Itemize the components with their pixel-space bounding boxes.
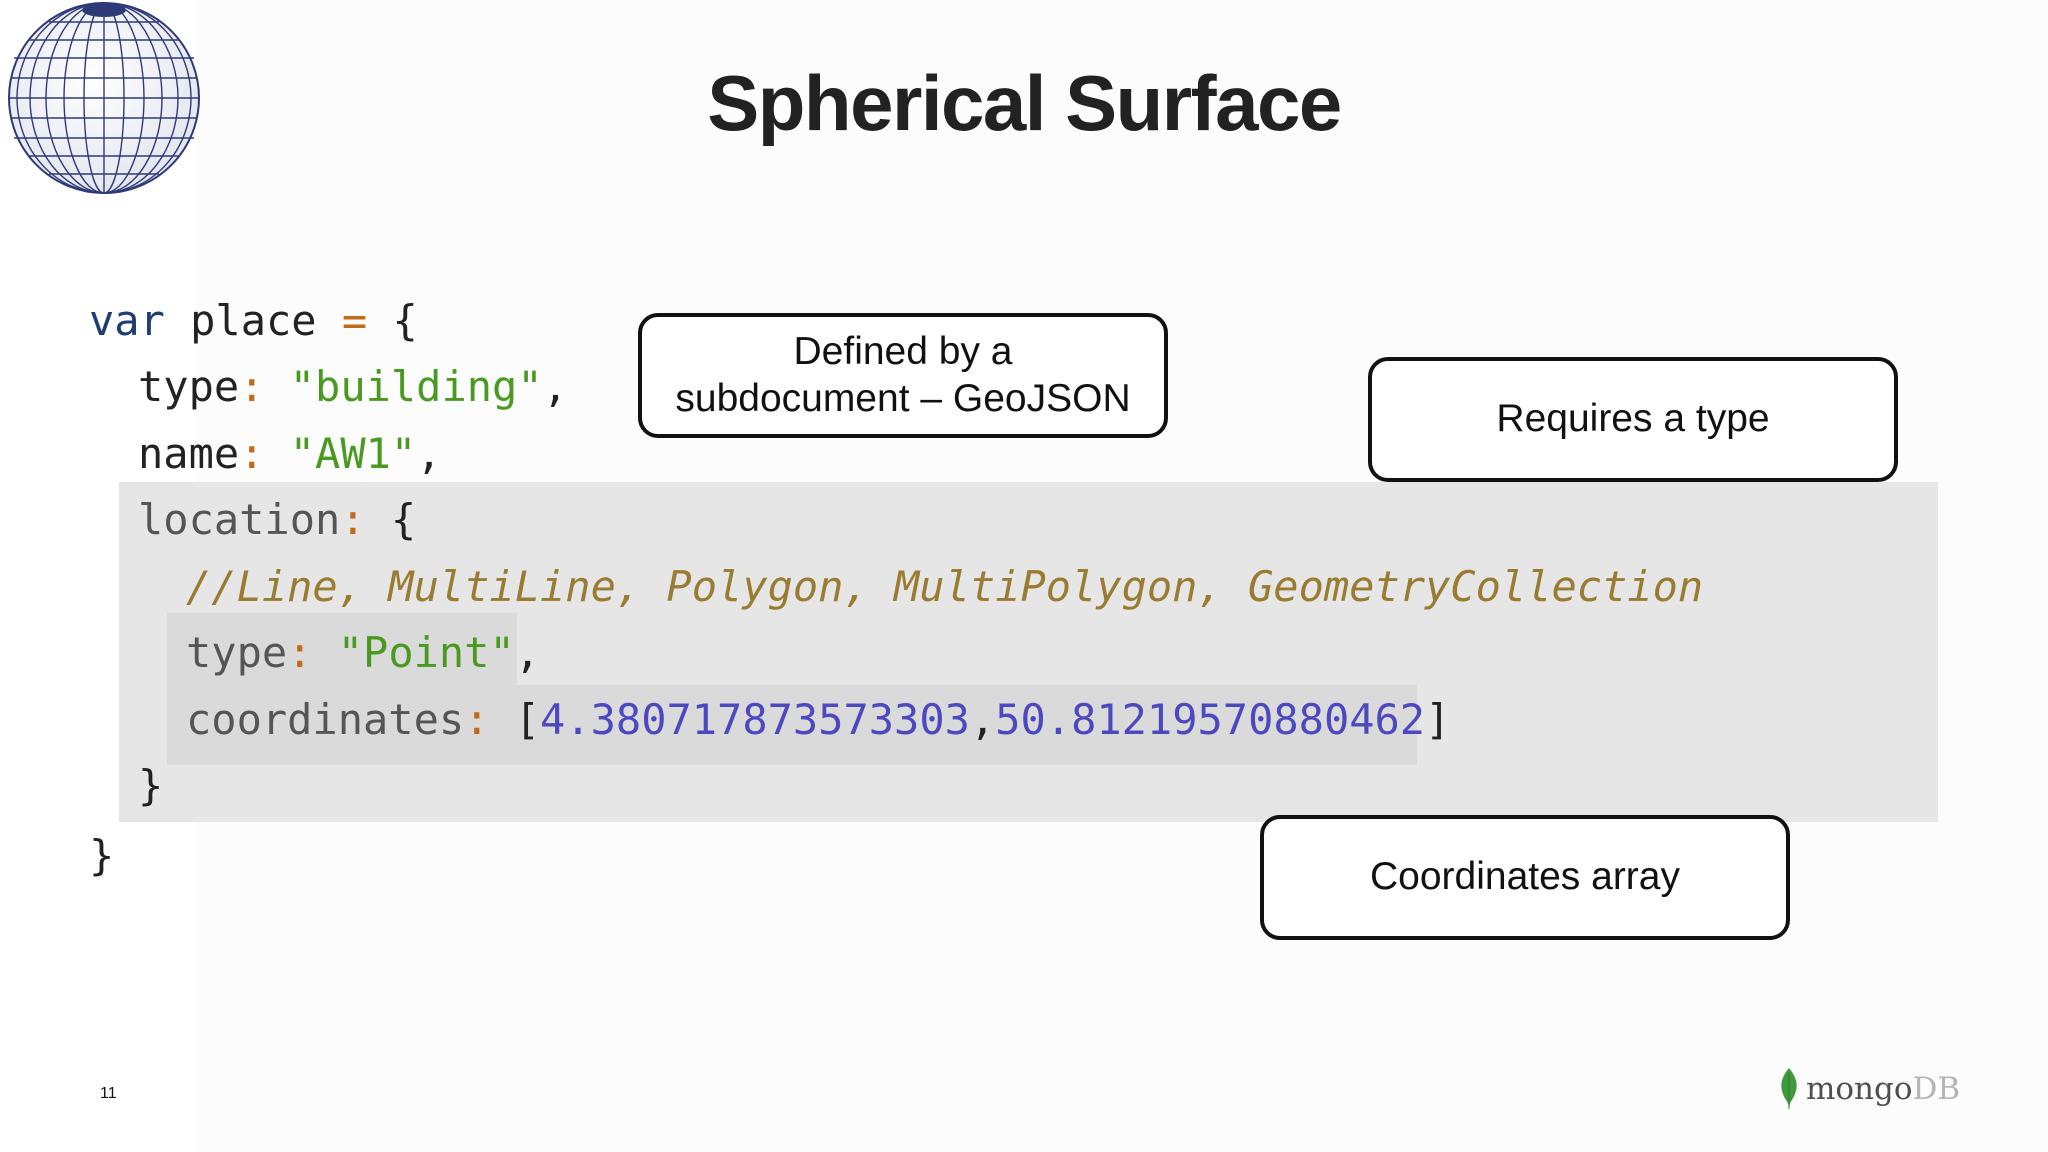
callout-requires-type: Requires a type xyxy=(1368,357,1898,482)
callout-subdocument-line1: Defined by a xyxy=(793,329,1013,373)
code-line-6: type: "Point", xyxy=(186,632,540,674)
code-line-3: name: "AW1", xyxy=(138,433,441,475)
colon: : xyxy=(287,628,313,677)
page-number: 11 xyxy=(100,1085,117,1102)
close-brace: } xyxy=(89,831,115,880)
code-line-4: location: { xyxy=(138,499,416,541)
identifier-place: place xyxy=(164,296,342,345)
leaf-icon xyxy=(1781,1068,1797,1110)
open-bracket: [ xyxy=(514,695,541,744)
key-location: location xyxy=(138,495,341,544)
colon: : xyxy=(340,495,366,544)
close-brace: } xyxy=(138,761,164,810)
callout-coordinates-array: Coordinates array xyxy=(1260,815,1790,940)
callout-subdocument: Defined by a subdocument – GeoJSON xyxy=(638,313,1168,438)
geometry-types-comment: //Line, MultiLine, Polygon, MultiPolygon… xyxy=(186,562,1704,611)
code-line-1: var place = { xyxy=(89,300,418,342)
code-line-2: type: "building", xyxy=(138,366,568,408)
comma: , xyxy=(969,695,996,744)
colon: : xyxy=(464,695,490,744)
callout-coordinates-array-label: Coordinates array xyxy=(1370,855,1680,899)
code-line-9: } xyxy=(89,835,114,877)
callout-requires-type-label: Requires a type xyxy=(1496,397,1770,441)
value-aw1: "AW1" xyxy=(289,429,417,478)
colon: : xyxy=(239,362,265,411)
key-coordinates: coordinates xyxy=(186,695,465,744)
code-line-8: } xyxy=(138,765,163,807)
close-bracket: ] xyxy=(1425,695,1451,744)
key-type: type xyxy=(138,362,240,411)
key-name: name xyxy=(138,429,240,478)
callout-subdocument-line2: subdocument – GeoJSON xyxy=(675,376,1131,420)
comma: , xyxy=(514,628,541,677)
logo-text-mongo: mongo xyxy=(1806,1071,1913,1107)
open-brace: { xyxy=(365,495,417,544)
logo-text-db: DB xyxy=(1912,1071,1961,1107)
key-type: type xyxy=(186,628,288,677)
value-point: "Point" xyxy=(337,628,515,677)
comma: , xyxy=(416,429,442,478)
slide-title: Spherical Surface xyxy=(707,59,1342,147)
longitude-value: 4.380717873573303 xyxy=(540,695,970,744)
operator-equals: = xyxy=(341,296,368,345)
colon: : xyxy=(239,429,265,478)
mongodb-logo: mongoDB xyxy=(1778,1065,1960,1113)
value-building: "building" xyxy=(289,362,543,411)
keyword-var: var xyxy=(89,296,165,345)
comma: , xyxy=(542,362,568,411)
open-brace: { xyxy=(367,296,418,345)
code-line-7: coordinates: [4.380717873573303,50.81219… xyxy=(186,699,1450,741)
code-line-5: //Line, MultiLine, Polygon, MultiPolygon… xyxy=(186,566,1703,608)
latitude-value: 50.81219570880462 xyxy=(995,695,1426,744)
